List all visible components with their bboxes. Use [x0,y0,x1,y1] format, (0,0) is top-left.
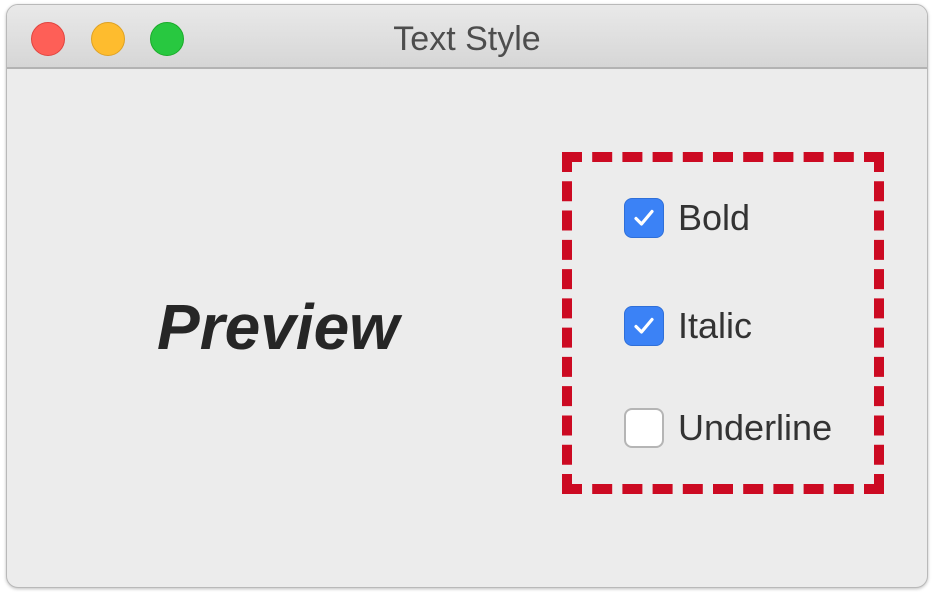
underline-label: Underline [678,407,833,448]
bold-option[interactable]: Bold [624,196,750,240]
checkmark-icon [634,317,654,334]
italic-label: Italic [678,305,753,346]
underline-option[interactable]: Underline [624,406,832,450]
italic-option[interactable]: Italic [624,304,752,348]
title-bar[interactable]: Text Style [7,5,927,69]
preview-text: Preview [157,291,399,363]
underline-checkbox[interactable] [624,408,664,448]
window-title: Text Style [393,20,541,58]
bold-label: Bold [678,197,751,238]
checkmark-icon [634,209,654,226]
bold-checkbox[interactable] [624,198,664,238]
italic-checkbox[interactable] [624,306,664,346]
